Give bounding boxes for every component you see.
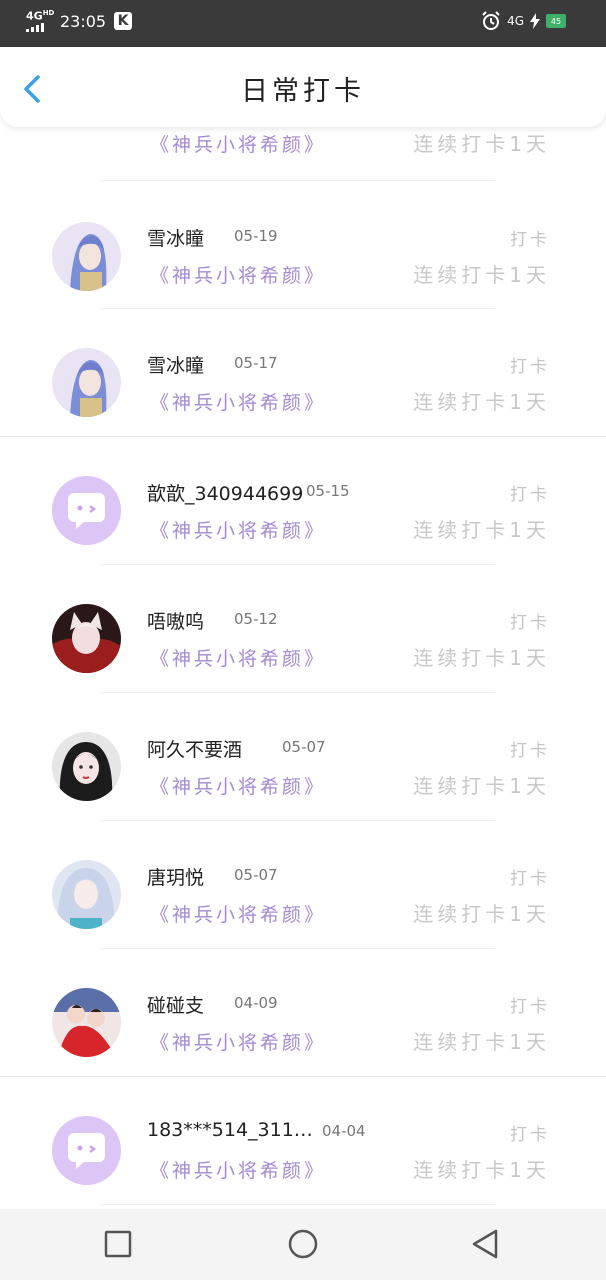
avatar[interactable] [52,222,121,291]
user-name[interactable]: 雪冰瞳 [147,224,204,251]
battery-icon: 45 [546,14,566,28]
streak-label: 连续打卡1天 [413,902,550,926]
book-title[interactable]: 《神兵小将希颜》 [150,772,326,799]
list-item[interactable]: 雪冰瞳 05-17 打卡 《神兵小将希颜》 连续打卡1天 [0,308,606,436]
entry-date: 05-15 [306,482,350,500]
checkin-action[interactable]: 打卡 [510,352,550,377]
home-icon[interactable] [286,1227,320,1261]
book-title[interactable]: 《神兵小将希颜》 [150,130,326,157]
list-item[interactable]: 歆歆_340944699 05-15 打卡 《神兵小将希颜》 连续打卡1天 [0,436,606,564]
book-title[interactable]: 《神兵小将希颜》 [150,388,326,415]
book-title[interactable]: 《神兵小将希颜》 [150,644,326,671]
user-name[interactable]: 雪冰瞳 [147,351,204,378]
entry-date: 05-07 [282,738,326,756]
avatar[interactable] [52,604,121,673]
page-title: 日常打卡 [241,76,365,107]
network-label: 4G [507,14,524,28]
streak-label: 连续打卡1天 [413,646,550,670]
list-item[interactable]: 碰碰支 04-09 打卡 《神兵小将希颜》 连续打卡1天 [0,948,606,1076]
checkin-action[interactable]: 打卡 [510,992,550,1017]
page-header: 日常打卡 [0,47,606,127]
user-name[interactable]: 歆歆_340944699 [147,479,303,506]
checkin-action[interactable]: 打卡 [510,225,550,250]
avatar[interactable] [52,732,121,801]
status-bar: 4GHD 23:05 K 4G 45 [0,0,606,47]
system-nav-bar [0,1209,606,1280]
divider [100,1204,495,1205]
list-item[interactable]: 唔嗷呜 05-12 打卡 《神兵小将希颜》 连续打卡1天 [0,564,606,692]
charging-icon [530,13,540,29]
back-triangle-icon[interactable] [469,1227,503,1261]
checkin-action[interactable]: 打卡 [510,1120,550,1145]
book-title[interactable]: 《神兵小将希颜》 [150,261,326,288]
user-name[interactable]: 183***514_311… [147,1119,313,1141]
book-title[interactable]: 《神兵小将希颜》 [150,1156,326,1183]
entry-date: 04-09 [234,994,278,1012]
streak-label: 连续打卡1天 [413,774,550,798]
app-badge-icon: K [114,12,133,30]
avatar[interactable] [52,860,121,929]
alarm-icon [482,11,500,30]
default-chat-avatar[interactable] [52,1116,121,1185]
entry-date: 05-17 [234,354,278,372]
entry-date: 05-19 [234,227,278,245]
user-name[interactable]: 唐玥悦 [147,863,204,890]
default-chat-avatar[interactable] [52,476,121,545]
book-title[interactable]: 《神兵小将希颜》 [150,1028,326,1055]
entry-date: 04-04 [322,1122,366,1140]
streak-label: 连续打卡1天 [413,1030,550,1054]
signal-icon: 4GHD [26,10,54,32]
streak-label: 连续打卡1天 [413,263,550,287]
list-item-partial[interactable]: 《神兵小将希颜》 连续打卡1天 [0,127,606,177]
list-item[interactable]: 阿久不要酒 05-07 打卡 《神兵小将希颜》 连续打卡1天 [0,692,606,820]
list-item[interactable]: 183***514_311… 04-04 打卡 《神兵小将希颜》 连续打卡1天 [0,1076,606,1204]
checkin-action[interactable]: 打卡 [510,736,550,761]
entry-date: 05-07 [234,866,278,884]
streak-label: 连续打卡1天 [413,518,550,542]
avatar[interactable] [52,988,121,1057]
streak-label: 连续打卡1天 [413,1158,550,1182]
checkin-action[interactable]: 打卡 [510,480,550,505]
checkin-action[interactable]: 打卡 [510,608,550,633]
list-item[interactable]: 雪冰瞳 05-19 打卡 《神兵小将希颜》 连续打卡1天 [0,180,606,308]
status-time: 23:05 [60,11,107,31]
book-title[interactable]: 《神兵小将希颜》 [150,516,326,543]
checkin-action[interactable]: 打卡 [510,864,550,889]
avatar[interactable] [52,348,121,417]
streak-label: 连续打卡1天 [413,390,550,414]
book-title[interactable]: 《神兵小将希颜》 [150,900,326,927]
user-name[interactable]: 阿久不要酒 [147,735,242,762]
user-name[interactable]: 碰碰支 [147,991,204,1018]
user-name[interactable]: 唔嗷呜 [147,607,204,634]
entry-date: 05-12 [234,610,278,628]
checkin-list[interactable]: 《神兵小将希颜》 连续打卡1天 雪冰瞳 05-19 打卡 《神兵小将希颜》 连续… [0,127,606,1209]
list-item[interactable]: 唐玥悦 05-07 打卡 《神兵小将希颜》 连续打卡1天 [0,820,606,948]
streak-label: 连续打卡1天 [413,132,550,156]
recent-apps-icon[interactable] [101,1227,135,1261]
